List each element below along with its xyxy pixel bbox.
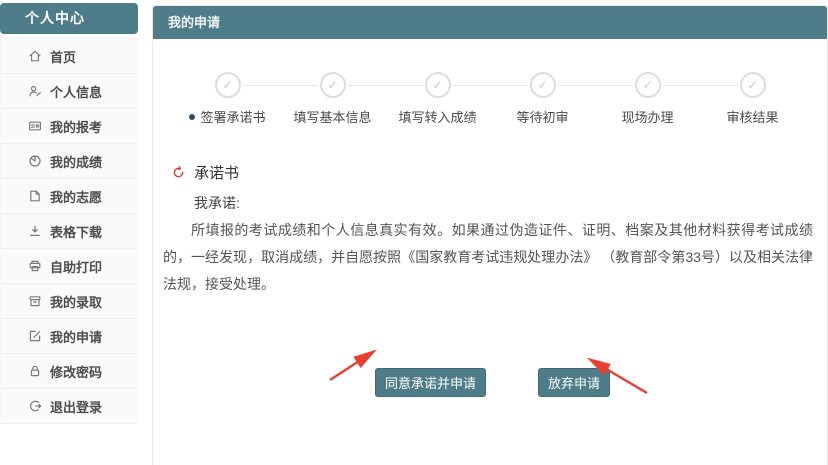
step-transfer-scores: ✓ 填写转入成绩 [385,72,490,126]
sidebar-item-label: 首页 [50,47,76,66]
step-review-result: ✓ 审核结果 [700,72,805,126]
edit-icon [28,329,42,343]
content-header: 我的申请 [153,6,827,39]
download-icon [28,224,42,238]
step-label: 现场办理 [621,107,673,126]
sidebar-item-application[interactable]: 我的申请 [0,319,138,354]
main-panel: 我的申请 ✓ 签署承诺书 ✓ 填写基本信息 ✓ 填写转入成绩 ✓ 等待初审 [152,5,828,465]
content-body: ✓ 签署承诺书 ✓ 填写基本信息 ✓ 填写转入成绩 ✓ 等待初审 ✓ 现场办 [153,39,827,465]
step-label: 填写转入成绩 [398,107,476,126]
step-onsite-processing: ✓ 现场办理 [595,72,700,126]
step-check-icon: ✓ [635,72,661,98]
step-check-icon: ✓ [740,72,766,98]
sidebar-item-label: 个人信息 [50,82,102,101]
sidebar-item-logout[interactable]: 退出登录 [0,389,138,424]
sidebar-nav: 首页 个人信息 我的报考 我的成绩 我的志愿 表格下载 [0,38,138,424]
step-check-icon: ✓ [425,72,451,98]
sidebar-item-label: 我的志愿 [50,187,102,206]
sidebar-item-label: 我的录取 [50,292,102,311]
step-sign-commitment: ✓ 签署承诺书 [175,72,280,126]
sidebar-item-home[interactable]: 首页 [0,39,138,74]
page: 个人中心 首页 个人信息 我的报考 我的成绩 我的志愿 [0,0,828,465]
sidebar-item-label: 自助打印 [50,257,102,276]
user-edit-icon [28,84,42,98]
sidebar-item-label: 我的申请 [50,327,102,346]
commitment-section: 承诺书 我承诺: 所填报的考试成绩和个人信息真实有效。如果通过伪造证件、证明、档… [163,162,817,298]
step-basic-info: ✓ 填写基本信息 [280,72,385,126]
pie-chart-icon [28,154,42,168]
step-label: 审核结果 [726,107,778,126]
step-check-icon: ✓ [215,72,241,98]
sidebar-item-profile[interactable]: 个人信息 [0,74,138,109]
logout-icon [28,399,42,413]
abandon-apply-button[interactable]: 放弃申请 [538,368,610,397]
sidebar-item-label: 修改密码 [50,362,102,381]
lock-icon [28,364,42,378]
refresh-icon [172,166,185,179]
printer-icon [28,259,42,273]
button-row: 同意承诺并申请 放弃申请 [163,368,817,397]
archive-icon [28,294,42,308]
sidebar-item-scores[interactable]: 我的成绩 [0,144,138,179]
agree-apply-button[interactable]: 同意承诺并申请 [375,368,486,397]
document-icon [28,189,42,203]
id-card-icon [28,119,42,133]
commitment-title: 承诺书 [194,162,239,183]
sidebar-item-form-download[interactable]: 表格下载 [0,214,138,249]
commitment-body: 所填报的考试成绩和个人信息真实有效。如果通过伪造证件、证明、档案及其他材料获得考… [163,217,817,298]
sidebar-item-admission[interactable]: 我的录取 [0,284,138,319]
sidebar-item-label: 我的成绩 [50,152,102,171]
sidebar-item-registration[interactable]: 我的报考 [0,109,138,144]
sidebar-item-label: 我的报考 [50,117,102,136]
sidebar-item-label: 表格下载 [50,222,102,241]
sidebar-item-change-password[interactable]: 修改密码 [0,354,138,389]
content-title: 我的申请 [168,15,220,30]
home-icon [28,49,42,63]
sidebar-item-preferences[interactable]: 我的志愿 [0,179,138,214]
step-check-icon: ✓ [530,72,556,98]
step-check-icon: ✓ [320,72,346,98]
commitment-intro: 我承诺: [163,193,817,213]
step-initial-review: ✓ 等待初审 [490,72,595,126]
step-label: 等待初审 [516,107,568,126]
current-step-bullet [189,114,195,120]
stepper: ✓ 签署承诺书 ✓ 填写基本信息 ✓ 填写转入成绩 ✓ 等待初审 ✓ 现场办 [163,72,817,126]
step-label: 填写基本信息 [293,107,371,126]
sidebar: 个人中心 首页 个人信息 我的报考 我的成绩 我的志愿 [0,0,138,465]
sidebar-item-self-print[interactable]: 自助打印 [0,249,138,284]
sidebar-item-label: 退出登录 [50,397,102,416]
sidebar-title: 个人中心 [0,3,138,34]
step-label: 签署承诺书 [200,107,265,126]
